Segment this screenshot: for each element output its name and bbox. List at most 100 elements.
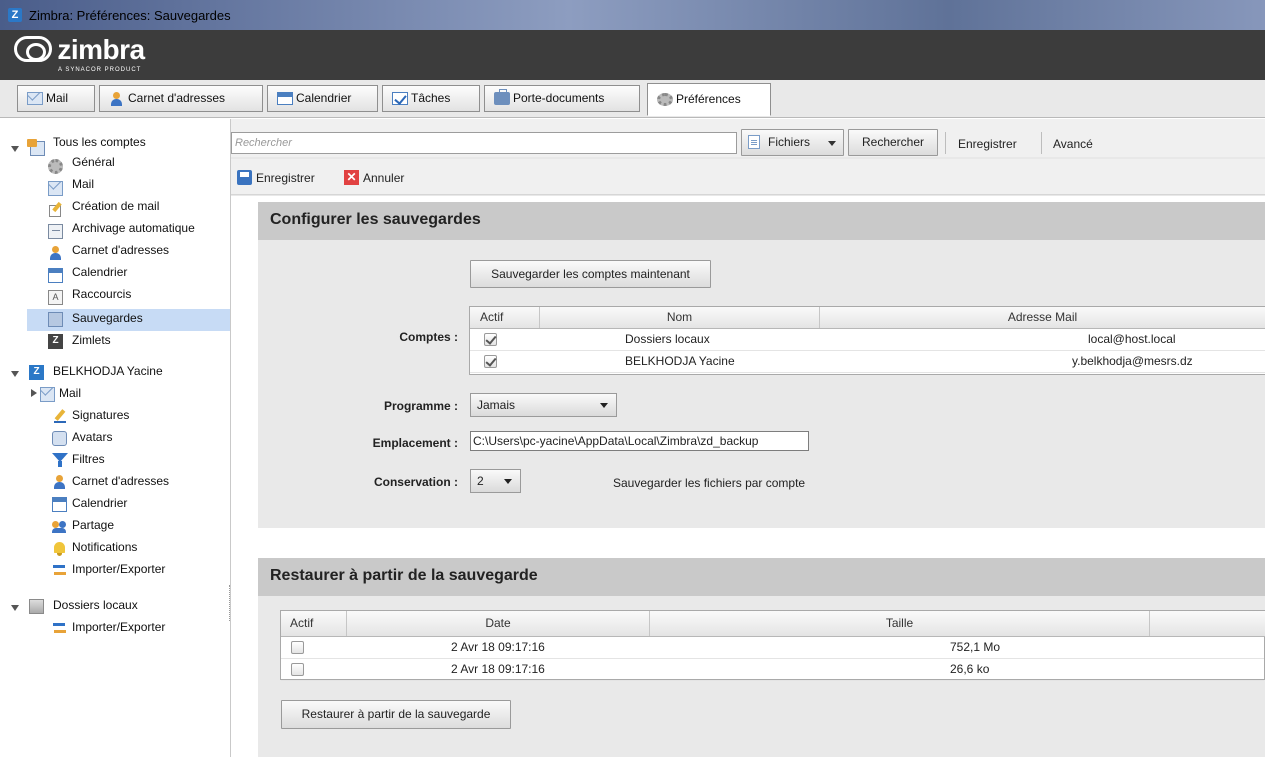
tree-item-label: Signatures [72,408,130,422]
schedule-value: Jamais [477,398,516,412]
close-icon: ✕ [344,170,359,185]
backup-date: 2 Avr 18 09:17:16 [451,662,545,676]
tree-item-label: Notifications [72,540,138,554]
account-name: Dossiers locaux [625,332,710,346]
tree-item-label: Avatars [72,430,113,444]
column-header-email[interactable]: Adresse Mail [820,307,1265,328]
tree-item-label: Partage [72,518,115,532]
tree-item-label: Création de mail [72,199,160,213]
search-input[interactable]: Rechercher [231,132,737,154]
filter-icon [52,453,68,468]
collapse-arrow-icon[interactable] [11,146,19,152]
zimbra-app-icon: Z [8,8,22,22]
backup-config-section: Configurer les sauvegardes Sauvegarder l… [258,202,1265,528]
save-search-link[interactable]: Enregistrer [958,137,1017,151]
search-scope-button[interactable]: Fichiers [741,129,844,156]
backup-size: 752,1 Mo [950,640,1001,654]
calendar-icon [277,92,293,105]
schedule-label: Programme : [383,399,458,413]
chevron-down-icon [504,479,512,484]
retention-value: 2 [477,474,484,488]
zimbra-logo[interactable]: zimbra A SYNACOR PRODUCT [14,34,145,73]
expand-arrow-icon[interactable] [31,389,37,397]
collapse-arrow-icon[interactable] [11,371,19,377]
column-header-date[interactable]: Date [347,611,650,636]
tree-local-folders-label: Dossiers locaux [53,598,138,612]
search-bar: Rechercher Fichiers Rechercher Enregistr… [231,119,1265,157]
save-button-label: Enregistrer [256,171,315,185]
tree-item-label: Mail [72,177,95,191]
calendar-icon [48,268,63,283]
column-header-active[interactable]: Actif [470,307,540,328]
tree-item-label: Importer/Exporter [72,620,166,634]
bell-icon [52,541,67,556]
tab-calendar[interactable]: Calendrier [267,85,378,112]
tab-contacts[interactable]: Carnet d'adresses [99,85,263,112]
column-header-name[interactable]: Nom [540,307,820,328]
restore-checkbox[interactable] [291,641,304,654]
account-email: local@host.local [1088,332,1176,346]
tab-briefcase[interactable]: Porte-documents [484,85,640,112]
tree-item-label: Général [72,155,115,169]
tree-item-label: Calendrier [72,265,128,279]
table-row[interactable]: Dossiers locaux local@host.local [470,329,1265,351]
window-title: Zimbra: Préférences: Sauvegardes [29,8,231,23]
schedule-select[interactable]: Jamais [470,393,617,417]
preferences-content: Configurer les sauvegardes Sauvegarder l… [231,196,1265,757]
import-export-icon [52,563,67,578]
tab-mail-label: Mail [46,91,69,105]
header-band: zimbra A SYNACOR PRODUCT [0,30,1265,80]
tab-tasks-label: Tâches [411,91,451,105]
zimbra-logo-icon [14,36,52,62]
share-icon [52,519,67,534]
tab-tasks[interactable]: Tâches [382,85,480,112]
search-button[interactable]: Rechercher [848,129,938,156]
restore-checkbox[interactable] [291,663,304,676]
save-button[interactable]: Enregistrer [233,169,315,187]
active-checkbox[interactable] [484,333,497,346]
retention-select[interactable]: 2 [470,469,521,493]
advanced-search-link[interactable]: Avancé [1053,137,1093,151]
backup-date: 2 Avr 18 09:17:16 [451,640,545,654]
tab-preferences[interactable]: Préférences [647,83,771,116]
mail-icon [48,181,63,196]
restore-section: Restaurer à partir de la sauvegarde Acti… [258,558,1265,757]
location-input[interactable]: C:\Users\pc-yacine\AppData\Local\Zimbra\… [470,431,809,451]
cancel-button-label: Annuler [363,171,405,185]
zimlet-icon: Z [48,334,63,349]
section-title: Configurer les sauvegardes [270,211,481,228]
brand-name: zimbra [57,34,145,65]
retention-label: Conservation : [373,475,458,489]
tree-item-label: Filtres [72,452,105,466]
account-icon: Z [29,365,44,380]
tab-preferences-label: Préférences [676,92,741,106]
collapse-arrow-icon[interactable] [11,605,19,611]
table-row[interactable]: 2 Avr 18 09:17:16 752,1 Mo [281,637,1264,659]
active-checkbox[interactable] [484,355,497,368]
tree-item-label: Importer/Exporter [72,562,166,576]
column-header-active[interactable]: Actif [281,611,347,636]
backup-now-button[interactable]: Sauvegarder les comptes maintenant [470,260,711,288]
restore-table: Actif Date Taille 2 Avr 18 09:17:16 752,… [280,610,1265,681]
column-header-size[interactable]: Taille [650,611,1150,636]
tree-item-label: Mail [59,386,82,400]
gear-icon [657,93,673,106]
contacts-icon [48,246,63,261]
table-row[interactable]: 2 Avr 18 09:17:16 26,6 ko [281,659,1264,681]
tab-contacts-label: Carnet d'adresses [128,91,226,105]
save-icon [237,170,252,185]
restore-button[interactable]: Restaurer à partir de la sauvegarde [281,700,511,729]
backup-icon [48,312,63,327]
retention-note: Sauvegarder les fichiers par compte [613,476,806,490]
cancel-button[interactable]: ✕ Annuler [340,169,404,187]
tab-briefcase-label: Porte-documents [513,91,605,105]
tree-item-label: Carnet d'adresses [72,243,170,257]
table-row[interactable]: BELKHODJA Yacine y.belkhodja@mesrs.dz [470,351,1265,373]
signature-icon [52,409,67,424]
contacts-icon [52,475,67,490]
tab-mail[interactable]: Mail [17,85,95,112]
accounts-label: Comptes : [399,330,458,344]
mail-icon [40,387,55,402]
tasks-icon [392,92,408,105]
tree-item-label: Raccourcis [72,287,132,301]
